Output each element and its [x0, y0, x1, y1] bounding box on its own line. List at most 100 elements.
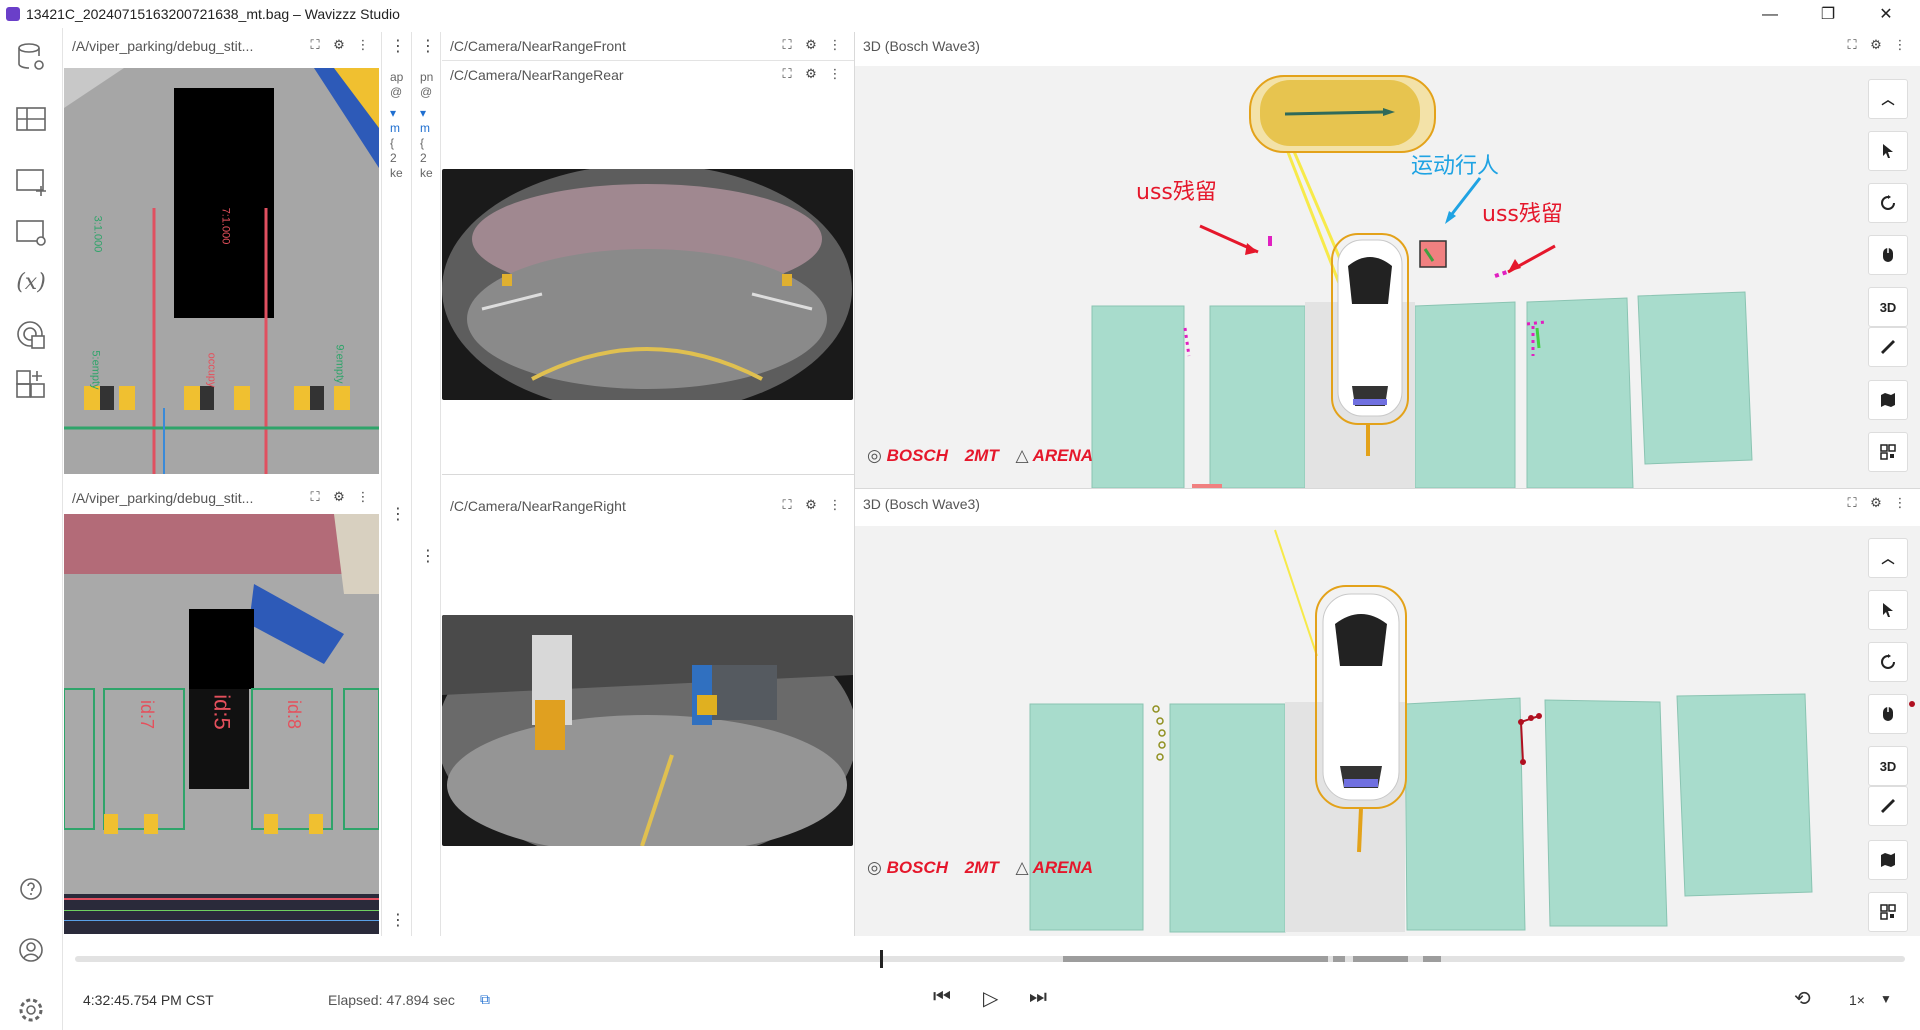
more-menu-icon[interactable]: ⋮ [1891, 36, 1909, 54]
narrow-text: pn [420, 70, 434, 84]
cam-right-panel: /C/Camera/NearRangeRight ⛶ ⚙ ⋮ [442, 492, 854, 936]
narrow-text: { [390, 136, 395, 150]
gear-icon[interactable]: ⚙ [1867, 36, 1885, 54]
slot-id-label: id:8 [284, 699, 305, 730]
panel-title: 3D (Bosch Wave3) [863, 38, 980, 54]
playback-speed[interactable]: 1× [1849, 992, 1865, 1008]
panel-title: /C/Camera/NearRangeFront [450, 38, 626, 54]
title-bar: 13421C_20240715163200721638_mt.bag – Wav… [0, 0, 1920, 28]
more-menu-icon[interactable]: ⋮ [354, 488, 372, 506]
view-3d-button[interactable]: 3D [1868, 746, 1908, 786]
panel-title: /C/Camera/NearRangeRight [450, 498, 626, 514]
reset-view-button[interactable] [1868, 183, 1908, 223]
fullscreen-icon[interactable]: ⛶ [778, 496, 796, 514]
map-button[interactable] [1868, 840, 1908, 880]
measure-tool-button[interactable] [1868, 327, 1908, 367]
panel-title: /C/Camera/NearRangeRear [450, 67, 624, 83]
view-3d-button[interactable]: 3D [1868, 287, 1908, 327]
measure-tool-button[interactable] [1868, 786, 1908, 826]
grid-button[interactable] [1868, 892, 1908, 932]
more-menu-icon[interactable]: ⋮ [1891, 494, 1909, 512]
fullscreen-icon[interactable]: ⛶ [306, 488, 324, 506]
slot-id-label: id:7 [137, 699, 158, 730]
cam-rear-panel: /C/Camera/NearRangeRear ⛶ ⚙ ⋮ [442, 60, 854, 476]
gear-icon[interactable]: ⚙ [802, 36, 820, 54]
slot-label: 3:1.000 [91, 215, 104, 253]
copy-icon[interactable]: ⧉ [480, 991, 490, 1008]
brand2-logo: 2MT [964, 446, 999, 465]
expand-caret-icon[interactable]: ▾ [420, 106, 433, 121]
more-menu-icon[interactable]: ⋮ [420, 546, 436, 566]
gear-icon[interactable]: ⚙ [330, 488, 348, 506]
panel-header: /C/Camera/NearRangeRear ⛶ ⚙ ⋮ [442, 61, 854, 87]
select-tool-button[interactable] [1868, 131, 1908, 171]
skip-forward-button[interactable]: ⏭ [1029, 986, 1047, 1009]
timeline-loaded-range [1333, 956, 1345, 962]
variables-icon[interactable]: (x) [14, 266, 48, 300]
more-menu-icon[interactable]: ⋮ [420, 36, 436, 56]
panel-header: /A/viper_parking/debug_stit... ⛶ ⚙ ⋮ [64, 484, 379, 510]
arena-logo-icon: △ [1015, 858, 1029, 877]
bosch-logo: BOSCH [886, 858, 948, 877]
grid-button[interactable] [1868, 432, 1908, 472]
more-menu-icon[interactable]: ⋮ [390, 910, 406, 930]
brand2-logo: 2MT [964, 858, 999, 877]
timeline-loaded-range [1063, 956, 1328, 962]
window-title: 13421C_20240715163200721638_mt.bag – Wav… [26, 6, 400, 22]
skip-back-button[interactable]: ⏮ [933, 986, 951, 1009]
more-menu-icon[interactable]: ⋮ [390, 36, 406, 56]
add-layout-icon[interactable] [14, 368, 48, 402]
sponsor-logos: ◎ BOSCH 2MT △ ARENA [867, 858, 1093, 878]
elapsed-time: Elapsed: 47.894 sec [328, 992, 455, 1008]
collapse-toolbar-button[interactable]: ︿ [1868, 538, 1908, 578]
loop-icon[interactable]: ⟲ [1794, 986, 1811, 1011]
collapse-toolbar-button[interactable]: ︿ [1868, 79, 1908, 119]
select-tool-button[interactable] [1868, 590, 1908, 630]
more-menu-icon[interactable]: ⋮ [826, 36, 844, 54]
layout-icon[interactable] [14, 102, 48, 136]
cam-front-panel: /C/Camera/NearRangeFront ⛶ ⚙ ⋮ [442, 32, 854, 62]
mouse-mode-button[interactable] [1868, 694, 1908, 734]
extensions-icon[interactable] [14, 318, 48, 352]
add-panel-icon[interactable] [14, 164, 48, 198]
sponsor-logos: ◎ BOSCH 2MT △ ARENA [867, 446, 1093, 466]
more-menu-icon[interactable]: ⋮ [826, 65, 844, 83]
close-button[interactable]: ✕ [1866, 4, 1906, 26]
fullscreen-icon[interactable]: ⛶ [1843, 494, 1861, 512]
narrow-text: ke [420, 166, 433, 180]
more-menu-icon[interactable]: ⋮ [354, 36, 372, 54]
more-menu-icon[interactable]: ⋮ [826, 496, 844, 514]
timeline-track[interactable] [75, 956, 1905, 962]
data-source-settings-icon[interactable] [14, 40, 48, 74]
more-menu-icon[interactable]: ⋮ [390, 504, 406, 524]
fullscreen-icon[interactable]: ⛶ [306, 36, 324, 54]
fullscreen-icon[interactable]: ⛶ [1843, 36, 1861, 54]
panel-title: 3D (Bosch Wave3) [863, 496, 980, 512]
timeline-scrubber[interactable] [880, 950, 884, 968]
fullscreen-icon[interactable]: ⛶ [778, 65, 796, 83]
map-button[interactable] [1868, 380, 1908, 420]
play-button[interactable]: ▷ [983, 986, 998, 1011]
slot-label: occupy [205, 352, 218, 388]
bosch-logo: BOSCH [886, 446, 948, 465]
gear-icon[interactable]: ⚙ [802, 496, 820, 514]
account-icon[interactable] [14, 933, 48, 967]
help-icon[interactable] [14, 872, 48, 906]
bosch-logo-icon: ◎ [867, 858, 882, 877]
narrow-text: 2 [420, 151, 427, 165]
settings-icon[interactable] [14, 993, 48, 1027]
fullscreen-icon[interactable]: ⛶ [778, 36, 796, 54]
reset-view-button[interactable] [1868, 642, 1908, 682]
restore-button[interactable]: ❐ [1808, 4, 1848, 26]
expand-caret-icon[interactable]: ▾ [390, 106, 403, 121]
panel-settings-icon[interactable] [14, 215, 48, 249]
narrow-panel-a: ⋮ ap @ ▾ m { 2 ke ⋮ ⋮ [381, 32, 411, 936]
narrow-panel-b: ⋮ pn @ ▾ m { 2 ke ⋮ [411, 32, 441, 936]
mouse-mode-button[interactable] [1868, 235, 1908, 275]
gear-icon[interactable]: ⚙ [1867, 494, 1885, 512]
minimize-button[interactable]: — [1750, 4, 1790, 26]
gear-icon[interactable]: ⚙ [330, 36, 348, 54]
chevron-down-icon[interactable]: ▼ [1880, 992, 1892, 1006]
scene-bottom-canvas: ◎ BOSCH 2MT △ ARENA [855, 526, 1920, 936]
gear-icon[interactable]: ⚙ [802, 65, 820, 83]
